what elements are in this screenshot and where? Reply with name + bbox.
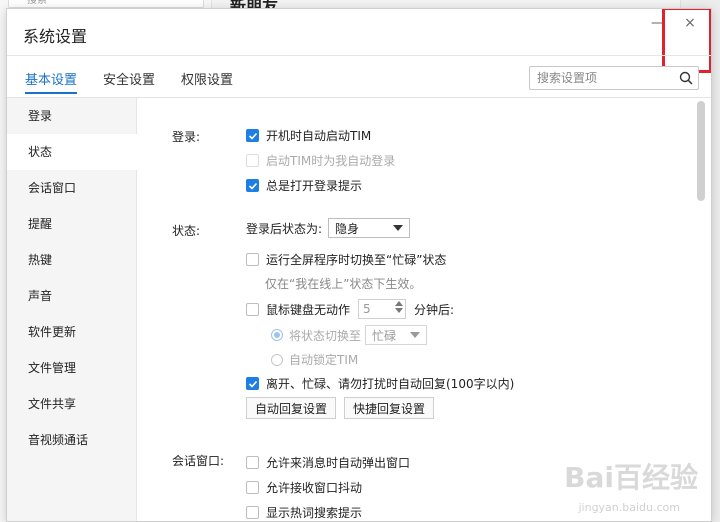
auto-login-checkbox[interactable] — [246, 154, 259, 167]
idle-checkbox[interactable] — [246, 302, 259, 316]
close-highlight-box — [662, 9, 711, 73]
shake-label: 允许接收窗口抖动 — [266, 481, 363, 495]
watermark-url: jingyan.baidu.com — [578, 501, 680, 514]
tab-permission-settings[interactable]: 权限设置 — [181, 69, 233, 94]
after-login-status-row: 登录后状态为: 隐身 — [246, 218, 411, 238]
session-section-label: 会话窗口: — [172, 454, 225, 468]
sidebar-item-reminder[interactable]: 提醒 — [7, 206, 136, 242]
popup-label: 允许来消息时自动弹出窗口 — [266, 456, 411, 470]
popup-option[interactable]: 允许来消息时自动弹出窗口 — [246, 454, 410, 471]
show-login-tip-checkbox[interactable] — [246, 179, 259, 192]
auto-reply-label: 离开、忙碌、请勿打扰时自动回复(100字以内) — [266, 377, 515, 391]
switch-status-select[interactable]: 忙碌 — [365, 325, 428, 345]
settings-search — [529, 66, 699, 90]
title-divider — [7, 55, 711, 56]
status-section-label: 状态: — [172, 224, 201, 238]
auto-start-checkbox[interactable] — [246, 129, 259, 142]
switch-status-option[interactable]: 将状态切换至 忙碌 — [271, 325, 428, 345]
show-login-tip-option[interactable]: 总是打开登录提示 — [246, 177, 362, 194]
tab-security-settings[interactable]: 安全设置 — [103, 69, 155, 94]
sidebar-item-hotkey[interactable]: 热键 — [7, 242, 136, 278]
check-icon — [248, 132, 257, 140]
auto-reply-settings-button[interactable]: 自动回复设置 — [246, 397, 337, 419]
auto-reply-option[interactable]: 离开、忙碌、请勿打扰时自动回复(100字以内) — [246, 375, 514, 392]
search-input[interactable] — [530, 67, 670, 89]
shake-checkbox[interactable] — [246, 481, 259, 494]
chevron-down-icon — [393, 225, 404, 231]
stepper-up-icon[interactable] — [395, 301, 404, 306]
sidebar-item-av-call[interactable]: 音视频通话 — [7, 422, 136, 458]
idle-minutes-value: 5 — [363, 302, 371, 316]
switch-status-label: 将状态切换至 — [289, 328, 362, 343]
fullscreen-busy-checkbox[interactable] — [246, 253, 259, 266]
chevron-down-icon — [410, 332, 421, 338]
quick-reply-settings-button[interactable]: 快捷回复设置 — [344, 397, 435, 419]
fullscreen-busy-option[interactable]: 运行全屏程序时切换至“忙碌”状态 — [246, 251, 446, 268]
login-section-label: 登录: — [172, 130, 201, 144]
settings-dialog: 系统设置 — × 基本设置 安全设置 权限设置 登录 状态 会话窗口 提醒 热键… — [6, 8, 712, 522]
watermark-logo: Bai百经验 — [564, 461, 698, 494]
sidebar-item-file-sharing[interactable]: 文件共享 — [7, 386, 136, 422]
idle-label: 鼠标键盘无动作 — [266, 302, 351, 317]
auto-lock-radio[interactable] — [271, 353, 283, 366]
check-icon — [248, 380, 257, 388]
show-login-tip-label: 总是打开登录提示 — [266, 179, 363, 193]
auto-login-label: 启动TIM时为我自动登录 — [266, 154, 396, 168]
hot-search-option[interactable]: 显示热词搜索提示 — [246, 504, 362, 521]
popup-checkbox[interactable] — [246, 456, 259, 469]
fullscreen-busy-label: 运行全屏程序时切换至“忙碌”状态 — [266, 253, 447, 267]
stepper-arrows[interactable] — [395, 301, 404, 313]
after-login-status-label: 登录后状态为: — [246, 221, 323, 236]
shake-option[interactable]: 允许接收窗口抖动 — [246, 479, 362, 496]
idle-option: 鼠标键盘无动作 5 分钟后: — [246, 299, 454, 319]
sidebar-item-sound[interactable]: 声音 — [7, 278, 136, 314]
dialog-title: 系统设置 — [23, 27, 88, 46]
switch-status-radio[interactable] — [271, 329, 283, 341]
search-icon[interactable] — [679, 71, 693, 85]
fullscreen-hint: 仅在“我在线上”状态下生效。 — [265, 277, 422, 291]
after-login-status-select[interactable]: 隐身 — [328, 218, 411, 238]
hot-search-label: 显示热词搜索提示 — [266, 506, 363, 520]
settings-tabs: 基本设置 安全设置 权限设置 — [25, 69, 233, 94]
settings-sidebar: 登录 状态 会话窗口 提醒 热键 声音 软件更新 文件管理 文件共享 音视频通话 — [7, 98, 137, 521]
stepper-down-icon[interactable] — [395, 308, 404, 313]
auto-login-option[interactable]: 启动TIM时为我自动登录 — [246, 152, 395, 169]
auto-start-label: 开机时自动启动TIM — [266, 129, 372, 143]
auto-reply-checkbox[interactable] — [246, 377, 259, 390]
background-search: 搜索 — [8, 0, 204, 8]
sidebar-item-file-management[interactable]: 文件管理 — [7, 350, 136, 386]
check-icon — [248, 182, 257, 190]
auto-lock-label: 自动锁定TIM — [289, 353, 359, 367]
content-scrollbar[interactable] — [697, 101, 705, 201]
sidebar-item-status[interactable]: 状态 — [7, 134, 137, 170]
reply-buttons-row: 自动回复设置 快捷回复设置 — [246, 397, 442, 419]
sidebar-item-software-update[interactable]: 软件更新 — [7, 314, 136, 350]
switch-status-value: 忙碌 — [372, 328, 397, 343]
idle-suffix: 分钟后: — [414, 302, 455, 317]
sidebar-item-session-window[interactable]: 会话窗口 — [7, 170, 136, 206]
idle-minutes-stepper[interactable]: 5 — [358, 299, 407, 319]
after-login-status-value: 隐身 — [335, 221, 360, 236]
auto-lock-option[interactable]: 自动锁定TIM — [271, 351, 358, 368]
hot-search-checkbox[interactable] — [246, 506, 259, 519]
tab-basic-settings[interactable]: 基本设置 — [25, 69, 78, 94]
auto-start-option[interactable]: 开机时自动启动TIM — [246, 127, 371, 144]
sidebar-item-login[interactable]: 登录 — [7, 98, 136, 134]
